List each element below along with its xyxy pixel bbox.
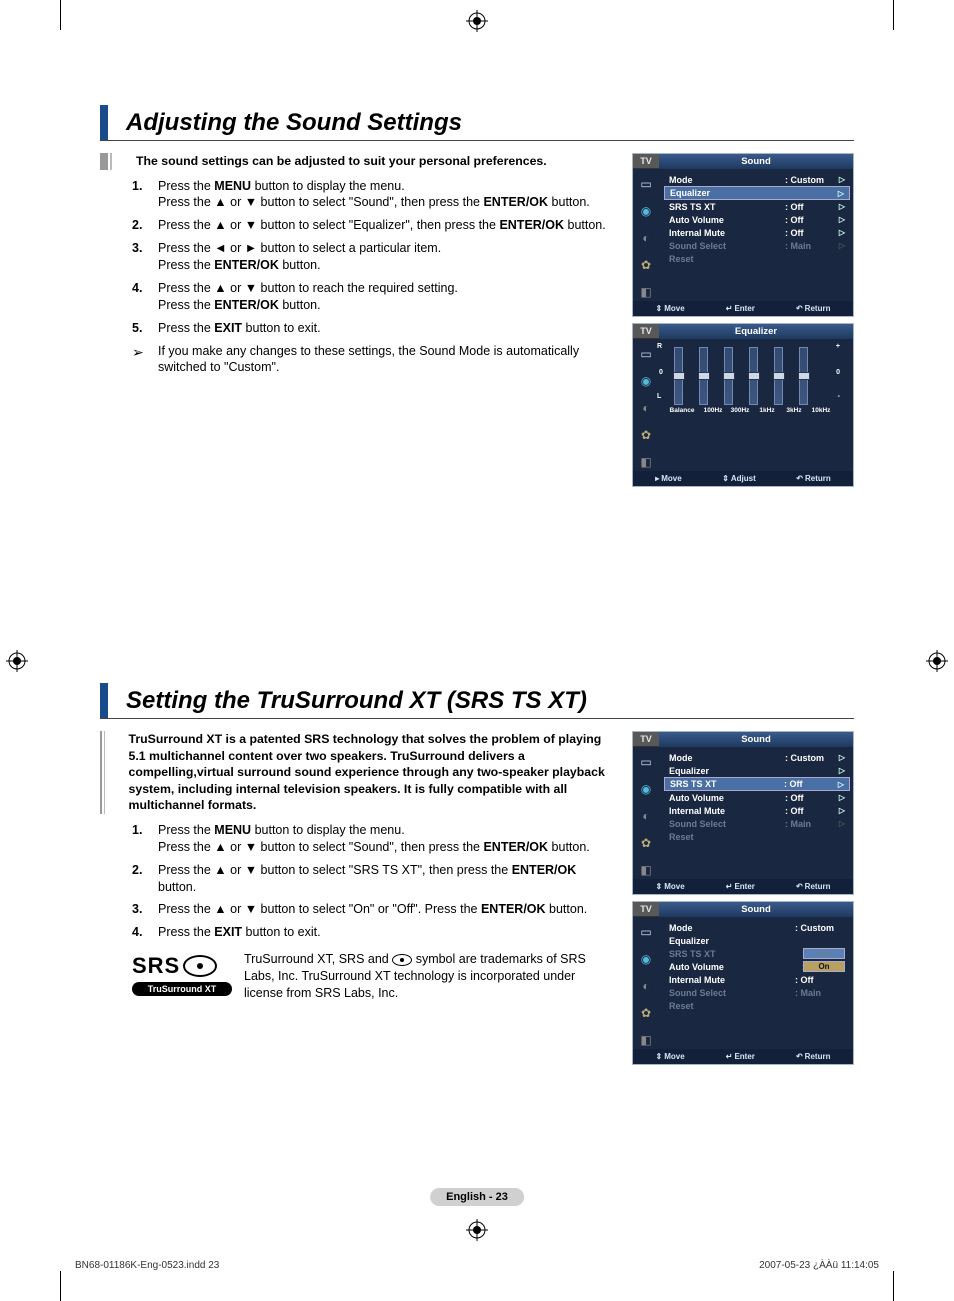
trademark-note: TruSurround XT, SRS and symbol are trade… — [244, 951, 614, 1002]
registration-mark-icon — [6, 650, 28, 672]
channel-icon: ◐ — [637, 807, 655, 825]
move-icon: ⇕ — [656, 304, 663, 313]
return-icon: ↶ — [796, 474, 803, 483]
return-icon: ↶ — [796, 304, 803, 313]
picture-icon: ▭ — [637, 175, 655, 193]
setup-icon: ✿ — [637, 1004, 655, 1022]
input-icon: ◧ — [637, 1031, 655, 1049]
chevron-right-icon: ▷ — [835, 228, 845, 237]
sound-icon: ◉ — [637, 372, 655, 390]
sound-icon: ◉ — [637, 950, 655, 968]
channel-icon: ◐ — [637, 977, 655, 995]
step-list: 1.Press the MENU button to display the m… — [100, 822, 614, 941]
step-list: 1.Press the MENU button to display the m… — [100, 178, 614, 337]
setup-icon: ✿ — [637, 256, 655, 274]
page-number: English - 23 — [430, 1188, 524, 1206]
chevron-right-icon: ▷ — [835, 819, 845, 828]
channel-icon: ◐ — [637, 229, 655, 247]
chevron-right-icon: ▷ — [835, 753, 845, 762]
picture-icon: ▭ — [637, 345, 655, 363]
move-icon: ⇕ — [656, 882, 663, 891]
sound-icon: ◉ — [637, 780, 655, 798]
chevron-right-icon: ▷ — [835, 766, 845, 775]
setup-icon: ✿ — [637, 426, 655, 444]
enter-icon: ↵ — [726, 304, 733, 313]
picture-icon: ▭ — [637, 923, 655, 941]
srs-trusurround-logo: SRS TruSurround XT — [132, 951, 232, 1002]
chevron-right-icon: ▷ — [835, 202, 845, 211]
input-icon: ◧ — [637, 861, 655, 879]
return-icon: ↶ — [796, 1052, 803, 1061]
section-header: Setting the TruSurround XT (SRS TS XT) — [100, 683, 854, 719]
setup-icon: ✿ — [637, 834, 655, 852]
registration-mark-icon — [926, 650, 948, 672]
registration-mark-icon — [466, 10, 488, 32]
move-icon: ▸ — [655, 474, 659, 483]
chevron-right-icon: ▷ — [835, 241, 845, 250]
registration-mark-icon — [466, 1219, 488, 1241]
sound-icon: ◉ — [637, 202, 655, 220]
intro-text: TruSurround XT is a patented SRS technol… — [129, 731, 614, 814]
move-icon: ⇕ — [656, 1052, 663, 1061]
section-header: Adjusting the Sound Settings — [100, 105, 854, 141]
picture-icon: ▭ — [637, 753, 655, 771]
osd-sound-dropdown: TVSound ▭ ◉ ◐ ✿ ◧ Mode: Custom — [632, 901, 854, 1065]
chevron-right-icon: ▷ — [835, 215, 845, 224]
note: ➢ If you make any changes to these setti… — [100, 343, 614, 377]
channel-icon: ◐ — [637, 399, 655, 417]
chevron-right-icon: ▷ — [835, 806, 845, 815]
enter-icon: ↵ — [726, 1052, 733, 1061]
dropdown-option-on: On — [803, 961, 845, 972]
osd-equalizer: TVEqualizer ▭ ◉ ◐ ✿ ◧ R L — [632, 323, 854, 487]
chevron-right-icon: ▷ — [834, 189, 844, 198]
intro-text: The sound settings can be adjusted to su… — [136, 153, 547, 170]
section-title: Setting the TruSurround XT (SRS TS XT) — [126, 683, 587, 718]
osd-sound-menu: TVSound ▭ ◉ ◐ ✿ ◧ Mode: Custom▷ Equalize… — [632, 153, 854, 317]
print-footer: BN68-01186K-Eng-0523.indd 23 2007-05-23 … — [75, 1260, 879, 1271]
srs-eye-icon — [183, 955, 217, 977]
dropdown-option-off: Off — [803, 948, 845, 959]
section-title: Adjusting the Sound Settings — [126, 105, 462, 140]
chevron-right-icon: ▷ — [835, 793, 845, 802]
adjust-icon: ⇕ — [722, 474, 729, 483]
return-icon: ↶ — [796, 882, 803, 891]
chevron-right-icon: ▷ — [834, 780, 844, 789]
chevron-right-icon: ▷ — [835, 175, 845, 184]
input-icon: ◧ — [637, 453, 655, 471]
srs-eye-icon — [392, 954, 412, 966]
input-icon: ◧ — [637, 283, 655, 301]
enter-icon: ↵ — [726, 882, 733, 891]
osd-sound-menu-srs: TVSound ▭ ◉ ◐ ✿ ◧ Mode: Custom▷ — [632, 731, 854, 895]
note-arrow-icon: ➢ — [132, 343, 158, 377]
